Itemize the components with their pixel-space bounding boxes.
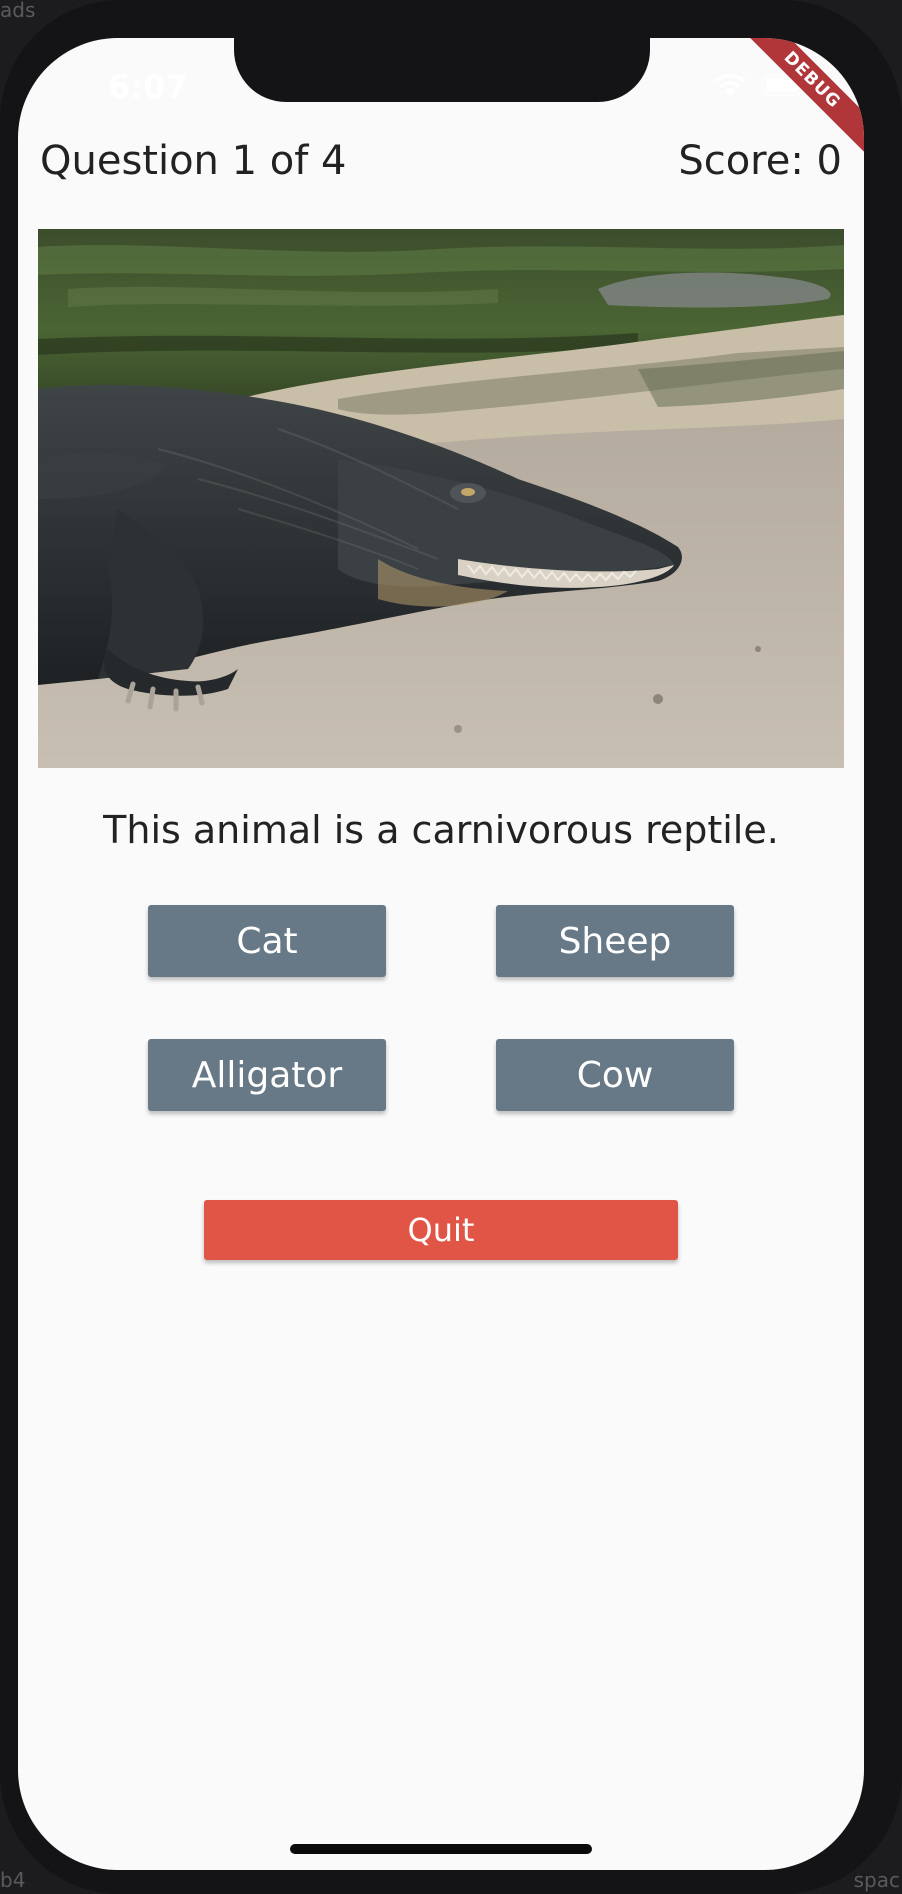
debug-ribbon: DEBUG bbox=[738, 38, 864, 154]
answer-button-sheep[interactable]: Sheep bbox=[496, 905, 734, 977]
background-window-text: spac bbox=[853, 1868, 900, 1892]
question-hint: This animal is a carnivorous reptile. bbox=[103, 808, 779, 852]
quiz-header: Question 1 of 4 Score: 0 bbox=[40, 138, 842, 184]
answer-button-cat[interactable]: Cat bbox=[148, 905, 386, 977]
animal-photo bbox=[38, 229, 844, 768]
alligator-photo bbox=[38, 229, 844, 768]
phone-frame: 6:07 DEBUG Question 1 of 4 Score: 0 This… bbox=[0, 0, 902, 1894]
score-label: Score: 0 bbox=[678, 138, 842, 184]
answer-button-alligator[interactable]: Alligator bbox=[148, 1039, 386, 1111]
answer-button-cow[interactable]: Cow bbox=[496, 1039, 734, 1111]
background-window-text: ads bbox=[0, 0, 36, 22]
app-screen: 6:07 DEBUG Question 1 of 4 Score: 0 This… bbox=[18, 38, 864, 1870]
quit-button[interactable]: Quit bbox=[204, 1200, 678, 1260]
home-indicator[interactable] bbox=[290, 1844, 592, 1854]
notch bbox=[234, 38, 650, 102]
question-counter: Question 1 of 4 bbox=[40, 138, 347, 184]
status-time: 6:07 bbox=[108, 68, 188, 106]
background-window-text: b4 bbox=[0, 1868, 26, 1892]
